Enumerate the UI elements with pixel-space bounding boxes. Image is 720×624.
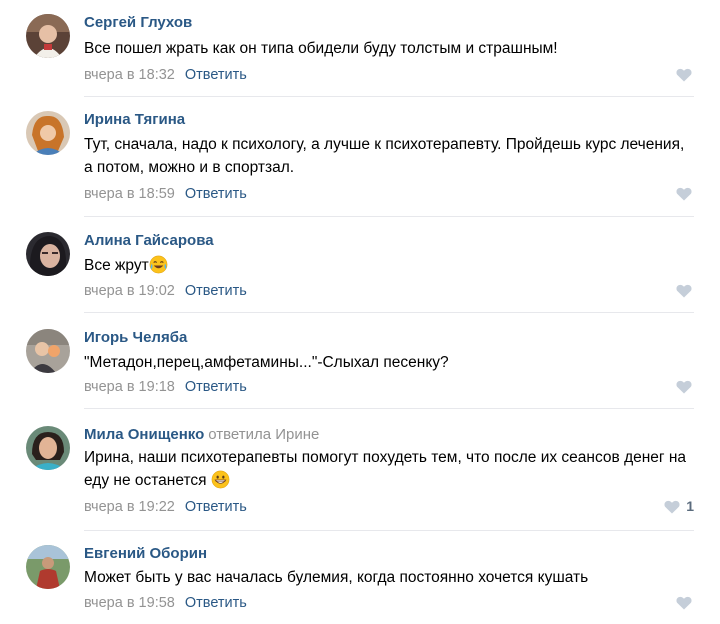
reply-button[interactable]: Ответить	[185, 283, 247, 299]
reply-button[interactable]: Ответить	[185, 499, 247, 515]
reply-button[interactable]: Ответить	[185, 186, 247, 202]
author-link[interactable]: Сергей Глухов	[84, 14, 192, 31]
heart-icon[interactable]	[676, 68, 692, 82]
heart-icon[interactable]	[676, 284, 692, 298]
avatar[interactable]	[26, 111, 70, 155]
avatar[interactable]	[26, 545, 70, 589]
comment-header: Евгений Оборин	[84, 545, 207, 563]
divider	[84, 530, 694, 531]
divider	[84, 216, 694, 217]
comment-header: Алина Гайсарова	[84, 232, 214, 250]
avatar[interactable]	[26, 426, 70, 470]
grinning-emoji	[211, 470, 230, 489]
comment-text: Ирина, наши психотерапевты помогут похуд…	[84, 446, 694, 492]
comment-meta: вчера в 19:22 Ответить	[84, 498, 247, 516]
comment-meta: вчера в 19:02 Ответить	[84, 282, 247, 300]
comment-text-content: Ирина, наши психотерапевты помогут похуд…	[84, 449, 687, 489]
reply-button[interactable]: Ответить	[185, 595, 247, 611]
comment-meta: вчера в 18:59 Ответить	[84, 185, 247, 203]
author-link[interactable]: Алина Гайсарова	[84, 232, 214, 249]
comment-text-content: Все жрут	[84, 257, 149, 274]
comment-date[interactable]: вчера в 19:22	[84, 499, 175, 515]
comment-meta: вчера в 19:18 Ответить	[84, 378, 247, 396]
author-link[interactable]: Евгений Оборин	[84, 545, 207, 562]
like-count[interactable]: 1	[686, 498, 694, 514]
divider	[84, 408, 694, 409]
replied-to-label[interactable]: ответила Ирине	[208, 426, 319, 443]
avatar[interactable]	[26, 329, 70, 373]
comment-text: Тут, сначала, надо к психологу, а лучше …	[84, 136, 685, 176]
heart-icon[interactable]	[676, 187, 692, 201]
comment-text: Все пошел жрать как он типа обидели буду…	[84, 40, 558, 57]
comment-meta: вчера в 19:58 Ответить	[84, 594, 247, 612]
author-link[interactable]: Игорь Челяба	[84, 329, 187, 346]
tears-of-joy-emoji	[149, 255, 168, 274]
reply-button[interactable]: Ответить	[185, 67, 247, 83]
comment-date[interactable]: вчера в 18:32	[84, 67, 175, 83]
avatar[interactable]	[26, 14, 70, 58]
comment-text: "Метадон,перец,амфетамины..."-Слыхал пес…	[84, 354, 449, 371]
comment-meta: вчера в 18:32 Ответить	[84, 66, 247, 84]
divider	[84, 312, 694, 313]
comment-text: Может быть у вас началась булемия, когда…	[84, 569, 589, 586]
heart-icon[interactable]	[676, 596, 692, 610]
comment-date[interactable]: вчера в 19:18	[84, 379, 175, 395]
comment-header: Игорь Челяба	[84, 329, 187, 347]
author-link[interactable]: Мила Онищенко	[84, 426, 204, 443]
reply-button[interactable]: Ответить	[185, 379, 247, 395]
comment-header: Мила Онищенко ответила Ирине	[84, 426, 319, 444]
comment-header: Сергей Глухов	[84, 14, 192, 32]
heart-icon[interactable]	[664, 500, 680, 514]
heart-icon[interactable]	[676, 380, 692, 394]
avatar[interactable]	[26, 232, 70, 276]
comment-date[interactable]: вчера в 18:59	[84, 186, 175, 202]
comment-date[interactable]: вчера в 19:58	[84, 595, 175, 611]
divider	[84, 96, 694, 97]
comment-header: Ирина Тягина	[84, 111, 185, 129]
comment-text: Все жрут	[84, 254, 694, 277]
author-link[interactable]: Ирина Тягина	[84, 111, 185, 128]
comment-date[interactable]: вчера в 19:02	[84, 283, 175, 299]
